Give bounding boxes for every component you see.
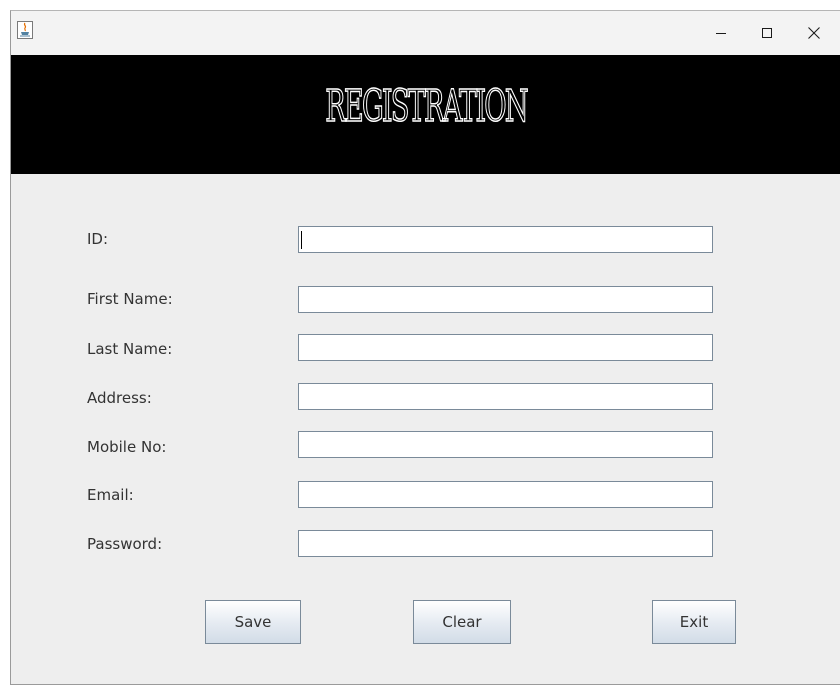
last-name-label: Last Name: [87,340,173,358]
minimize-icon [716,33,726,34]
save-button[interactable]: Save [205,600,301,644]
minimize-button[interactable] [698,11,744,55]
java-cup-icon[interactable] [17,21,33,39]
maximize-button[interactable] [744,11,790,55]
email-label: Email: [87,486,134,504]
email-field[interactable] [298,481,713,508]
page-title: REGISTRATION [325,80,529,133]
password-field[interactable] [298,530,713,557]
last-name-field[interactable] [298,334,713,361]
mobile-no-label: Mobile No: [87,438,167,456]
address-field[interactable] [298,383,713,410]
id-label: ID: [87,230,109,248]
header-banner: REGISTRATION [11,55,840,174]
app-window: REGISTRATION ID: First Name: Last Name: … [10,10,840,685]
mobile-no-field[interactable] [298,431,713,458]
clear-button[interactable]: Clear [413,600,511,644]
text-caret [301,231,302,249]
first-name-label: First Name: [87,290,173,308]
exit-button[interactable]: Exit [652,600,736,644]
password-label: Password: [87,535,163,553]
first-name-field[interactable] [298,286,713,313]
address-label: Address: [87,389,152,407]
id-field[interactable] [298,226,713,253]
title-bar[interactable] [11,11,840,55]
close-button[interactable] [791,11,837,55]
maximize-icon [762,28,772,38]
close-icon [808,27,820,39]
